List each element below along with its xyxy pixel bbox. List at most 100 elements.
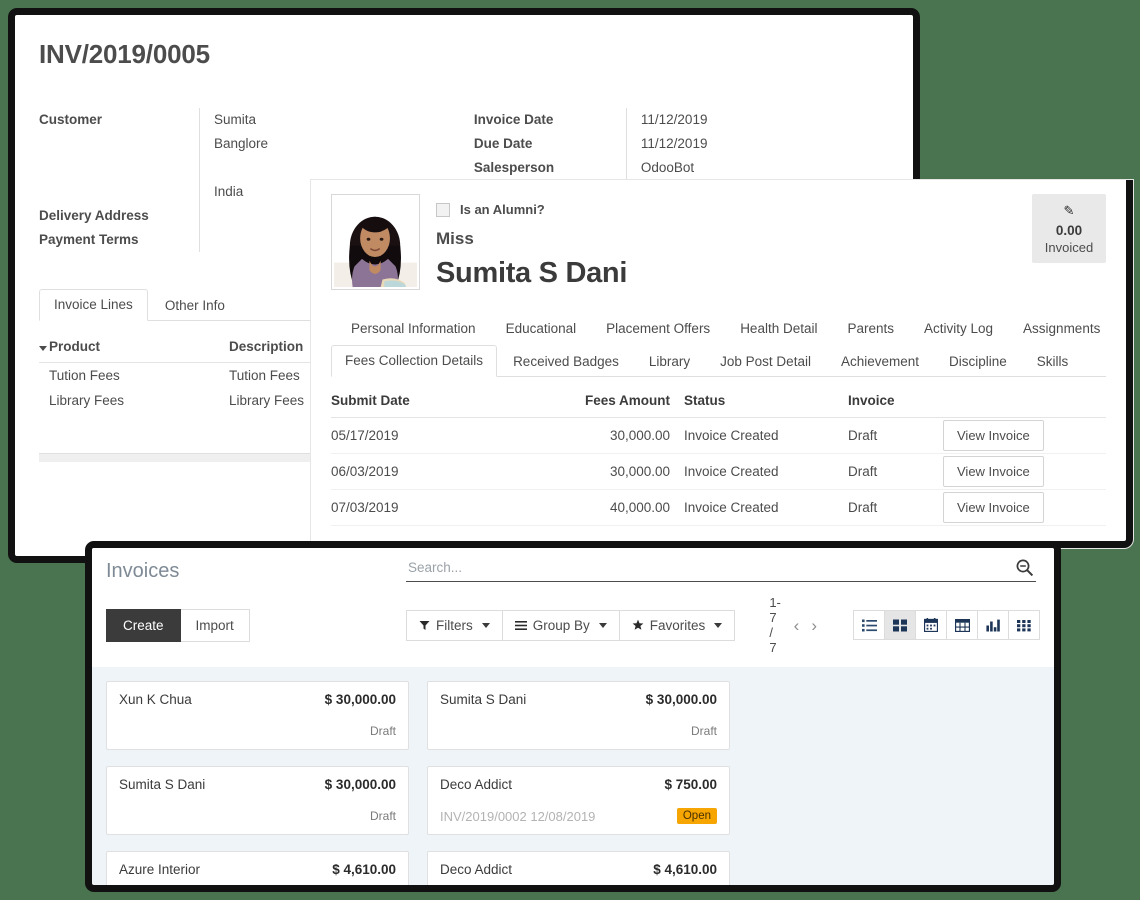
tab-placement-offers[interactable]: Placement Offers: [592, 313, 724, 344]
view-invoice-button[interactable]: View Invoice: [943, 492, 1044, 523]
label-payment-terms: Payment Terms: [39, 228, 199, 252]
import-button[interactable]: Import: [181, 609, 250, 642]
status-badge: Draft: [370, 809, 396, 823]
status-badge: Draft: [370, 724, 396, 738]
label-customer: Customer: [39, 108, 199, 132]
favorites-dropdown[interactable]: Favorites: [619, 610, 736, 641]
value-customer-name[interactable]: Sumita: [214, 108, 474, 132]
table-row[interactable]: 06/03/2019 30,000.00 Invoice Created Dra…: [331, 454, 1106, 490]
cell-fees-amount: 30,000.00: [576, 464, 676, 479]
student-salutation: Miss: [436, 229, 1106, 249]
table-row[interactable]: 05/17/2019 30,000.00 Invoice Created Dra…: [331, 418, 1106, 454]
column-header-status[interactable]: Status: [676, 393, 848, 408]
create-button[interactable]: Create: [106, 609, 181, 642]
label-salesperson: Salesperson: [474, 156, 626, 180]
list-item[interactable]: Deco Addict $ 750.00 INV/2019/0002 12/08…: [427, 766, 730, 835]
column-header-action: [943, 393, 1106, 408]
search-dropdown-group: Filters Group By: [406, 610, 735, 641]
card-amount: $ 30,000.00: [325, 692, 396, 707]
search-icon[interactable]: [1015, 558, 1034, 582]
column-header-fees-amount[interactable]: Fees Amount: [576, 393, 676, 408]
search-input[interactable]: [406, 558, 1036, 582]
table-row[interactable]: 07/03/2019 40,000.00 Invoice Created Dra…: [331, 490, 1106, 526]
breadcrumb: Invoices: [106, 558, 406, 583]
cell-fees-amount: 30,000.00: [576, 428, 676, 443]
pager-next-icon[interactable]: ›: [811, 617, 817, 634]
list-view-icon[interactable]: [853, 610, 885, 640]
card-top-row: Sumita S Dani $ 30,000.00: [119, 777, 396, 792]
value-due-date[interactable]: 11/12/2019: [641, 132, 889, 156]
pivot-view-icon[interactable]: [946, 610, 978, 640]
filters-label: Filters: [436, 618, 473, 633]
tab-achievement[interactable]: Achievement: [827, 346, 933, 377]
cell-status: Invoice Created: [676, 500, 848, 515]
list-item[interactable]: Xun K Chua $ 30,000.00 Draft: [106, 681, 409, 750]
tab-job-post-detail[interactable]: Job Post Detail: [706, 346, 825, 377]
list-item[interactable]: Sumita S Dani $ 30,000.00 Draft: [427, 681, 730, 750]
column-header-submit-date[interactable]: Submit Date: [331, 393, 576, 408]
cell-status: Invoice Created: [676, 464, 848, 479]
list-item[interactable]: Azure Interior $ 4,610.00 INV/2019/0001 …: [106, 851, 409, 892]
groupby-dropdown[interactable]: Group By: [502, 610, 620, 641]
list-item[interactable]: Deco Addict $ 4,610.00 INV/2019/0004 11/…: [427, 851, 730, 892]
fees-table-header: Submit Date Fees Amount Status Invoice: [331, 393, 1106, 418]
card-partner: Azure Interior: [119, 862, 200, 877]
cell-product: Tution Fees: [39, 368, 229, 383]
value-salesperson[interactable]: OdooBot: [641, 156, 889, 180]
tab-received-badges[interactable]: Received Badges: [499, 346, 633, 377]
tab-activity-log[interactable]: Activity Log: [910, 313, 1007, 344]
favorites-label: Favorites: [650, 618, 706, 633]
status-badge: Open: [677, 808, 717, 824]
tab-other-info[interactable]: Other Info: [150, 290, 240, 321]
tab-discipline[interactable]: Discipline: [935, 346, 1021, 377]
fees-collection-table: Submit Date Fees Amount Status Invoice 0…: [331, 393, 1106, 526]
kanban-view-icon[interactable]: [884, 610, 916, 640]
tab-library[interactable]: Library: [635, 346, 704, 377]
invoiced-stat-button[interactable]: ✎ 0.00 Invoiced: [1032, 194, 1106, 263]
activity-view-icon[interactable]: [1008, 610, 1040, 640]
tab-assignments[interactable]: Assignments: [1009, 313, 1114, 344]
card-partner: Deco Addict: [440, 777, 512, 792]
tab-parents[interactable]: Parents: [833, 313, 908, 344]
label-delivery-address: Delivery Address: [39, 204, 199, 228]
tab-fees-collection-details[interactable]: Fees Collection Details: [331, 345, 497, 377]
invoiced-amount: 0.00: [1036, 223, 1102, 238]
cell-submit-date: 07/03/2019: [331, 500, 576, 515]
avatar[interactable]: [331, 194, 420, 290]
value-spacer: [214, 156, 474, 180]
list-item[interactable]: Sumita S Dani $ 30,000.00 Draft: [106, 766, 409, 835]
invoiced-label: Invoiced: [1036, 240, 1102, 255]
label-invoice-date: Invoice Date: [474, 108, 626, 132]
student-photo-image: [334, 197, 417, 287]
view-invoice-button[interactable]: View Invoice: [943, 420, 1044, 451]
calendar-view-icon[interactable]: [915, 610, 947, 640]
column-header-invoice[interactable]: Invoice: [848, 393, 943, 408]
tab-invoice-lines[interactable]: Invoice Lines: [39, 289, 148, 321]
tab-educational[interactable]: Educational: [492, 313, 591, 344]
value-invoice-date[interactable]: 11/12/2019: [641, 108, 889, 132]
graph-view-icon[interactable]: [977, 610, 1009, 640]
view-invoice-button[interactable]: View Invoice: [943, 456, 1044, 487]
pivot-view-glyph: [955, 619, 970, 632]
value-customer-city[interactable]: Banglore: [214, 132, 474, 156]
tab-health-detail[interactable]: Health Detail: [726, 313, 831, 344]
tab-skills[interactable]: Skills: [1023, 346, 1083, 377]
card-amount: $ 4,610.00: [653, 862, 717, 877]
card-bottom-row: Draft: [119, 722, 396, 740]
card-bottom-row: Draft: [440, 722, 717, 740]
groupby-label: Group By: [533, 618, 590, 633]
chevron-down-icon: [599, 623, 607, 628]
filters-dropdown[interactable]: Filters: [406, 610, 503, 641]
kanban-body: Xun K Chua $ 30,000.00 Draft Sumita S Da…: [92, 667, 1054, 892]
cell-fees-amount: 40,000.00: [576, 500, 676, 515]
pager-previous-icon[interactable]: ‹: [794, 617, 800, 634]
page-title: INV/2019/0005: [39, 39, 889, 70]
card-partner: Xun K Chua: [119, 692, 192, 707]
list-view-glyph: [862, 619, 877, 632]
column-header-product[interactable]: Product: [39, 339, 229, 354]
tab-personal-information[interactable]: Personal Information: [337, 313, 490, 344]
cell-invoice-state: Draft: [848, 500, 943, 515]
is-alumni-checkbox[interactable]: [436, 203, 450, 217]
label-due-date: Due Date: [474, 132, 626, 156]
sort-desc-icon: [39, 346, 47, 351]
